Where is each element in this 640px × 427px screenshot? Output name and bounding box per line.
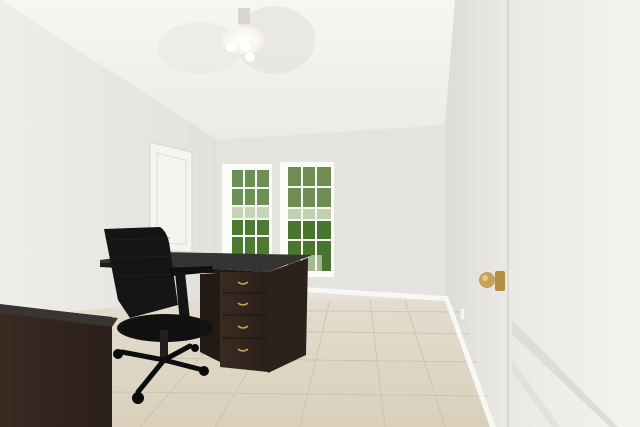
room-photo <box>0 0 640 427</box>
wall-outlet <box>459 307 466 321</box>
room-scene <box>0 0 640 427</box>
side-cabinet <box>0 304 118 427</box>
desk-pedestal <box>220 272 268 372</box>
window-left <box>222 164 272 257</box>
open-door <box>479 0 640 427</box>
